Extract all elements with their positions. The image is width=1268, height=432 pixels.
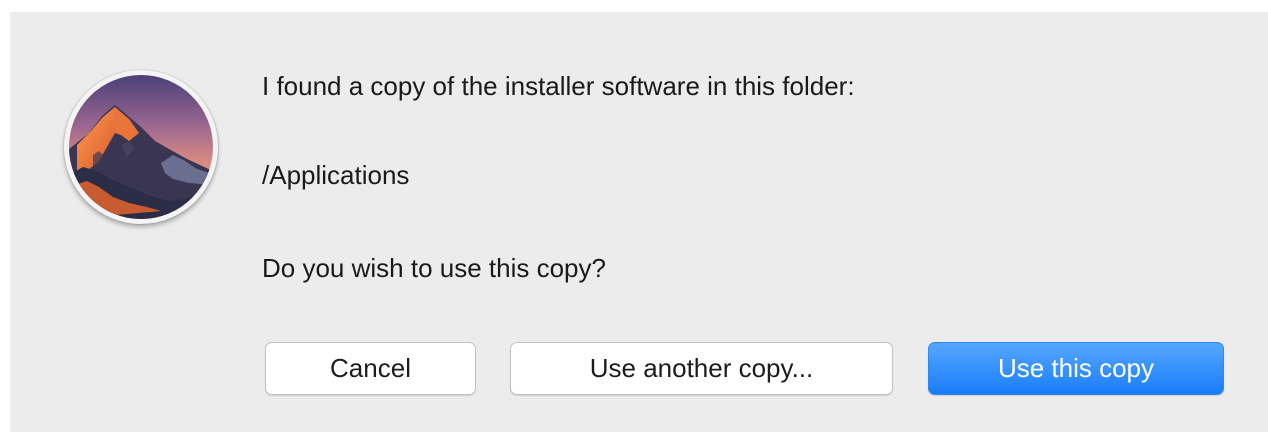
found-message: I found a copy of the installer software…: [262, 71, 855, 101]
use-another-copy-button[interactable]: Use another copy...: [510, 342, 893, 395]
cancel-button[interactable]: Cancel: [265, 342, 476, 395]
use-this-copy-button[interactable]: Use this copy: [928, 342, 1224, 395]
installer-dialog: I found a copy of the installer software…: [10, 12, 1268, 432]
folder-path: /Applications: [262, 160, 410, 190]
sierra-mountain-icon: [64, 70, 218, 224]
question-message: Do you wish to use this copy?: [262, 253, 606, 283]
